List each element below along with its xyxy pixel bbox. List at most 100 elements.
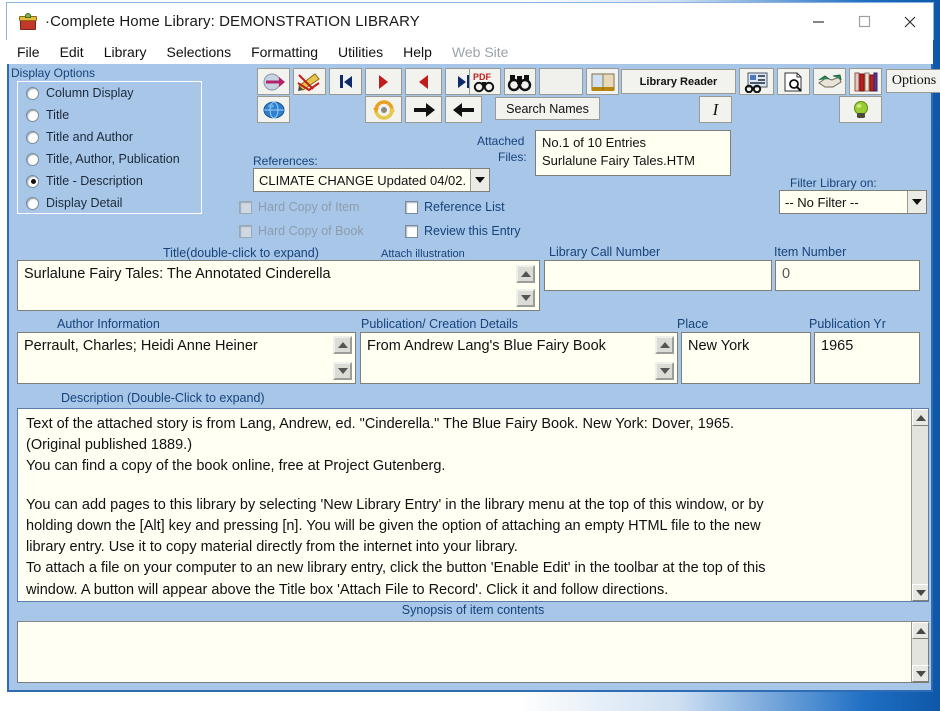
options-button[interactable]: Options <box>886 69 940 93</box>
radio-column-display[interactable]: Column Display <box>18 82 201 104</box>
radio-display-detail[interactable]: Display Detail <box>18 192 201 214</box>
binoculars-search-icon[interactable] <box>504 68 536 95</box>
radio-title-description[interactable]: Title - Description <box>18 170 201 192</box>
chevron-up-icon <box>520 271 531 277</box>
italic-label: I <box>712 99 719 119</box>
description-line: window. A button will appear above the T… <box>26 581 669 598</box>
checkbox-review-this-entry[interactable]: Review this Entry <box>405 224 521 238</box>
menu-bar: File Edit Library Selections Formatting … <box>7 40 933 64</box>
search-names-button[interactable]: Search Names <box>495 97 600 120</box>
search-index-icon[interactable] <box>739 68 774 95</box>
description-line: holding down the [Alt] key and pressing … <box>26 517 761 534</box>
window-controls <box>795 3 933 41</box>
menu-item-library[interactable]: Library <box>104 44 147 60</box>
radio-title[interactable]: Title <box>18 104 201 126</box>
books-icon[interactable] <box>586 68 619 95</box>
publication-spinner[interactable] <box>655 336 674 380</box>
filter-dropdown-button[interactable] <box>907 191 926 213</box>
exit-arrow-icon[interactable] <box>257 68 290 95</box>
radio-icon <box>26 108 39 122</box>
chevron-down-icon <box>659 368 670 374</box>
synopsis-scrollbar[interactable] <box>911 622 929 682</box>
library-reader-label: Library Reader <box>639 75 718 88</box>
description-scrollbar[interactable] <box>911 409 928 601</box>
synopsis-input[interactable] <box>17 621 929 683</box>
radio-icon-selected <box>26 174 39 188</box>
filter-value: -- No Filter -- <box>785 194 859 210</box>
author-spinner[interactable] <box>333 336 352 380</box>
filter-combo[interactable]: -- No Filter -- <box>779 190 927 214</box>
forward-arrow-icon[interactable] <box>405 96 442 123</box>
call-number-value <box>545 261 771 269</box>
back-arrow-icon[interactable] <box>445 96 482 123</box>
radio-title-and-author[interactable]: Title and Author <box>18 126 201 148</box>
publication-spin-up-button[interactable] <box>655 336 674 354</box>
description-input[interactable]: Text of the attached story is from Lang,… <box>17 408 929 602</box>
author-label: Author Information <box>57 317 160 331</box>
title-spin-up-button[interactable] <box>516 265 535 283</box>
item-number-input[interactable]: 0 <box>775 260 920 291</box>
title-spin-down-button[interactable] <box>516 289 535 307</box>
first-record-glyph <box>339 75 352 88</box>
toolbar-blank-slot[interactable] <box>539 68 583 95</box>
author-input[interactable]: Perrault, Charles; Heidi Anne Heiner <box>17 332 356 384</box>
edit-pencil-icon[interactable] <box>293 68 326 95</box>
attached-files-label-line1: Attached <box>477 134 525 148</box>
italic-button[interactable]: I <box>699 96 732 123</box>
publication-input[interactable]: From Andrew Lang's Blue Fairy Book <box>360 332 678 384</box>
print-preview-icon[interactable] <box>777 68 810 95</box>
publication-spin-down-button[interactable] <box>655 362 674 380</box>
menu-item-file[interactable]: File <box>17 44 40 60</box>
scroll-up-button[interactable] <box>912 622 929 639</box>
radio-title-author-publication[interactable]: Title, Author, Publication <box>18 148 201 170</box>
minimize-button[interactable] <box>795 3 841 41</box>
previous-record-icon[interactable] <box>405 68 442 95</box>
checkbox-label: Reference List <box>424 200 505 214</box>
chevron-down-icon <box>915 670 926 677</box>
menu-item-selections[interactable]: Selections <box>166 44 231 60</box>
item-number-value: 0 <box>782 266 791 282</box>
gift-box-icon <box>19 12 37 31</box>
references-dropdown-button[interactable] <box>470 169 489 191</box>
references-combo[interactable]: CLIMATE CHANGE Updated 04/02. <box>253 168 490 192</box>
menu-item-edit[interactable]: Edit <box>60 44 84 60</box>
maximize-button[interactable] <box>841 3 887 41</box>
globe-icon[interactable] <box>257 96 290 123</box>
checkbox-hard-copy-of-book: Hard Copy of Book <box>239 224 364 238</box>
checkbox-reference-list[interactable]: Reference List <box>405 200 505 214</box>
call-number-input[interactable] <box>544 260 772 291</box>
scroll-down-button[interactable] <box>912 665 929 682</box>
close-button[interactable] <box>887 3 933 41</box>
handshake-icon[interactable] <box>813 68 846 95</box>
bookshelf-icon[interactable] <box>849 68 882 95</box>
refresh-icon[interactable] <box>365 96 402 123</box>
references-value: CLIMATE CHANGE Updated 04/02. <box>259 172 467 188</box>
description-line: To attach a file on your computer to an … <box>26 560 766 577</box>
scroll-down-button[interactable] <box>912 584 928 601</box>
attached-files-box[interactable]: No.1 of 10 Entries Surlalune Fairy Tales… <box>535 130 731 176</box>
place-input[interactable]: New York <box>681 332 811 384</box>
title-spinner[interactable] <box>516 265 535 307</box>
first-record-icon[interactable] <box>329 68 362 95</box>
publication-value: From Andrew Lang's Blue Fairy Book <box>367 338 606 354</box>
library-reader-button[interactable]: Library Reader <box>621 69 736 94</box>
author-spin-down-button[interactable] <box>333 362 352 380</box>
title-input[interactable]: Surlalune Fairy Tales: The Annotated Cin… <box>17 260 540 311</box>
call-number-label: Library Call Number <box>549 245 661 259</box>
next-record-icon[interactable] <box>365 68 402 95</box>
bulb-icon[interactable] <box>839 96 882 123</box>
description-line: Text of the attached story is from Lang,… <box>26 416 735 432</box>
menu-item-utilities[interactable]: Utilities <box>338 44 383 60</box>
menu-item-web-site: Web Site <box>451 44 509 60</box>
radio-label: Title - Description <box>46 174 143 188</box>
scroll-up-button[interactable] <box>912 409 928 426</box>
menu-item-formatting[interactable]: Formatting <box>251 44 318 60</box>
menu-item-help[interactable]: Help <box>403 44 432 60</box>
publication-year-input[interactable]: 1965 <box>814 332 920 384</box>
pdf-search-icon[interactable]: PDF <box>469 68 501 95</box>
attach-illustration-label[interactable]: Attach illustration <box>381 248 465 260</box>
previous-record-glyph <box>419 74 428 89</box>
author-spin-up-button[interactable] <box>333 336 352 354</box>
checkbox-icon <box>405 224 418 238</box>
title-bar: ·Complete Home Library: DEMONSTRATION LI… <box>6 2 934 40</box>
